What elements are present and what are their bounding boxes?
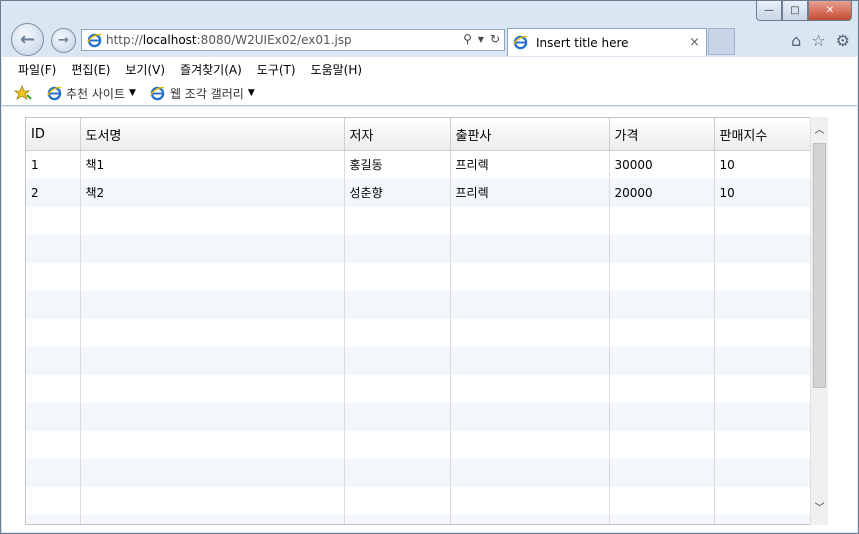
column-header-title[interactable]: 도서명 [80,118,345,151]
scroll-down-icon[interactable]: ﹀ [811,499,828,517]
chevron-down-icon: ▼ [129,88,136,98]
back-button[interactable]: ← [11,23,44,56]
data-grid: ID 도서명 저자 출판사 가격 판매지수 1 책1 홍길동 프리렉 30000 [25,117,820,525]
page-content: ID 도서명 저자 출판사 가격 판매지수 1 책1 홍길동 프리렉 30000 [2,107,857,532]
favorites-star-icon [14,85,32,100]
web-slice-gallery[interactable]: 웹 조각 갤러리 ▼ [146,85,255,102]
scroll-up-icon[interactable]: ︿ [811,121,828,139]
book-table: ID 도서명 저자 출판사 가격 판매지수 1 책1 홍길동 프리렉 30000 [26,118,819,524]
empty-row [26,346,819,375]
favorites-star-icon[interactable]: ☆ [811,31,825,50]
gear-icon[interactable]: ⚙ [836,31,850,50]
column-header-id[interactable]: ID [26,118,81,151]
web-slice-gallery-label: 웹 조각 갤러리 [169,86,244,101]
ie-logo-icon [150,85,166,101]
cell-publisher: 프리렉 [450,178,610,207]
tab-title: Insert title here [536,35,629,50]
address-tools: ⚲ ▾ ↻ [463,32,500,46]
browser-window: — □ ✕ ← → http://localhost:8080/W2UIEx02… [0,0,859,534]
ie-logo-icon [46,85,62,101]
empty-row [26,318,819,347]
toolbar-icons: ⌂ ☆ ⚙ [791,31,850,50]
suggested-sites-label: 추천 사이트 [66,86,126,101]
new-tab-button[interactable] [708,28,735,55]
table-header-row: ID 도서명 저자 출판사 가격 판매지수 [26,118,819,151]
favorites-add-button[interactable] [14,85,32,101]
menu-edit[interactable]: 편집(E) [71,61,110,78]
cell-price: 20000 [609,178,715,207]
window-controls: — □ ✕ [756,1,852,21]
cell-sales-index: 10 [714,178,819,207]
column-header-publisher[interactable]: 출판사 [450,118,610,151]
address-bar[interactable]: http://localhost:8080/W2UIEx02/ex01.jsp … [81,29,505,51]
url-text[interactable]: http://localhost:8080/W2UIEx02/ex01.jsp [106,33,352,47]
menu-help[interactable]: 도움말(H) [311,61,363,78]
empty-row [26,290,819,319]
menu-bar: 파일(F) 편집(E) 보기(V) 즐겨찾기(A) 도구(T) 도움말(H) [2,57,857,81]
menu-view[interactable]: 보기(V) [125,61,165,78]
empty-row [26,430,819,459]
empty-row [26,262,819,291]
column-header-price[interactable]: 가격 [609,118,715,151]
empty-row [26,402,819,431]
search-icon[interactable]: ⚲ [463,32,472,46]
vertical-scrollbar[interactable]: ︿ ﹀ [810,117,828,525]
home-icon[interactable]: ⌂ [791,31,801,50]
cell-title: 책1 [80,150,345,179]
cell-price: 30000 [609,150,715,179]
empty-row [26,374,819,403]
minimize-button[interactable]: — [756,1,782,21]
chevron-down-icon: ▼ [247,88,255,98]
column-header-author[interactable]: 저자 [344,118,451,151]
favorites-bar: 추천 사이트 ▼ 웹 조각 갤러리 ▼ [2,81,857,106]
menu-tools[interactable]: 도구(T) [257,61,296,78]
cell-author: 홍길동 [344,150,451,179]
menu-favorites[interactable]: 즐겨찾기(A) [180,61,242,78]
tab-active[interactable]: Insert title here × [507,28,707,56]
empty-row [26,234,819,263]
empty-row [26,458,819,487]
forward-arrow-icon: → [58,33,69,48]
empty-row [26,486,819,515]
forward-button[interactable]: → [51,28,76,53]
cell-id: 1 [26,150,81,179]
menu-file[interactable]: 파일(F) [18,61,56,78]
cell-title: 책2 [80,178,345,207]
table-body: 1 책1 홍길동 프리렉 30000 10 2 책2 성춘향 프리렉 20000… [26,150,819,524]
cell-id: 2 [26,178,81,207]
cell-publisher: 프리렉 [450,150,610,179]
tab-close-button[interactable]: × [689,35,700,50]
suggested-sites[interactable]: 추천 사이트 ▼ [42,85,136,102]
table-row[interactable]: 2 책2 성춘향 프리렉 20000 10 [26,178,819,207]
ie-logo-icon [512,35,528,51]
back-arrow-icon: ← [19,29,36,50]
maximize-button[interactable]: □ [782,1,808,21]
navigation-bar: ← → http://localhost:8080/W2UIEx02/ex01.… [9,23,850,57]
dropdown-icon[interactable]: ▾ [478,32,484,46]
close-window-button[interactable]: ✕ [808,1,852,21]
refresh-icon[interactable]: ↻ [490,32,500,46]
table-row[interactable]: 1 책1 홍길동 프리렉 30000 10 [26,150,819,179]
column-header-sales-index[interactable]: 판매지수 [714,118,819,151]
ie-logo-icon [86,32,102,48]
scrollbar-thumb[interactable] [813,143,826,388]
cell-author: 성춘향 [344,178,451,207]
empty-row [26,206,819,235]
empty-row [26,514,819,524]
cell-sales-index: 10 [714,150,819,179]
